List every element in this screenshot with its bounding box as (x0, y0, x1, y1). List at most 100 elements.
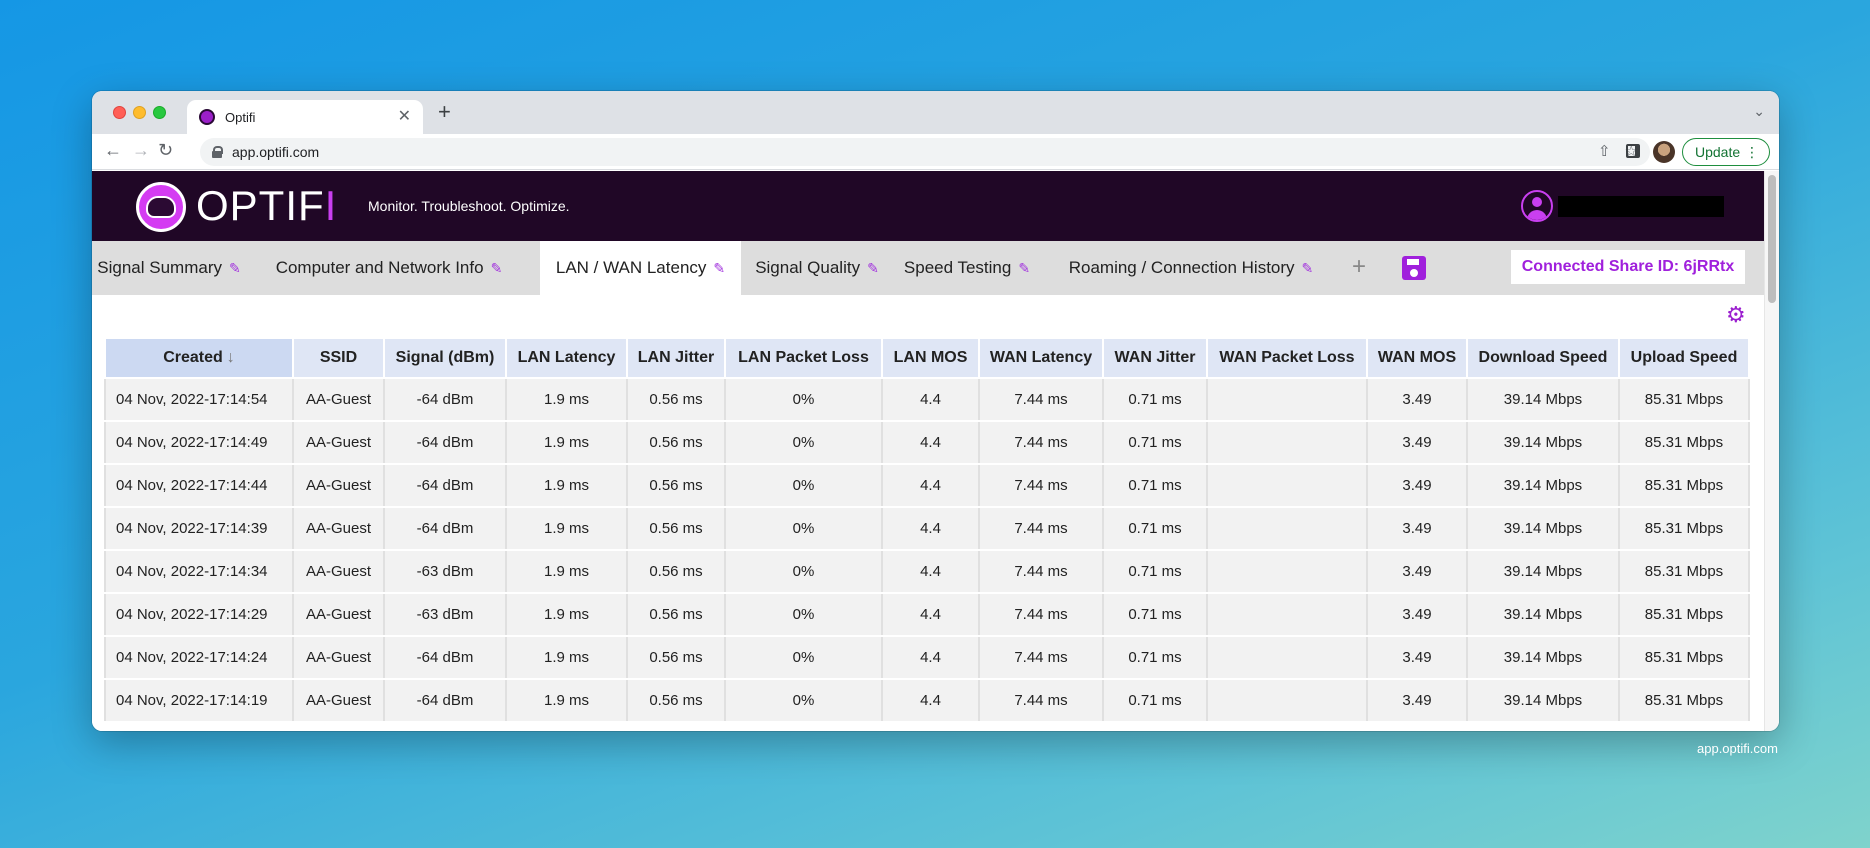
table-cell: 04 Nov, 2022-17:14:49 (104, 420, 294, 465)
table-cell (1206, 549, 1368, 594)
browser-toolbar: ← → ↻ app.optifi.com ⇧ ☆ Update ⋮ (92, 134, 1779, 170)
tab-signal-summary[interactable]: Signal Summary ✎ (92, 241, 246, 295)
edit-icon[interactable]: ✎ (1018, 260, 1030, 277)
tab-roaming-connection-history[interactable]: Roaming / Connection History ✎ (1041, 241, 1341, 295)
table-cell: 0% (724, 678, 883, 723)
column-header-lan-packet-loss[interactable]: LAN Packet Loss (724, 337, 883, 379)
share-icon[interactable]: ⇧ (1598, 142, 1611, 160)
address-bar[interactable]: app.optifi.com ⇧ ☆ (200, 138, 1650, 166)
table-cell: 85.31 Mbps (1618, 549, 1750, 594)
table-cell: 1.9 ms (505, 635, 628, 680)
page-scrollbar[interactable] (1764, 171, 1779, 731)
column-header-lan-latency[interactable]: LAN Latency (505, 337, 628, 379)
edit-icon[interactable]: ✎ (1302, 260, 1314, 277)
column-header-upload-speed[interactable]: Upload Speed (1618, 337, 1750, 379)
table-cell: 39.14 Mbps (1466, 592, 1620, 637)
table-cell: 0.71 ms (1102, 420, 1208, 465)
edit-icon[interactable]: ✎ (229, 260, 241, 277)
table-row[interactable]: 04 Nov, 2022-17:14:49 AA-Guest -64 dBm 1.9 … (104, 420, 1750, 465)
gear-icon[interactable]: ⚙ (1726, 304, 1746, 326)
tab-lan-wan-latency[interactable]: LAN / WAN Latency ✎ (540, 241, 741, 295)
table-cell: 1.9 ms (505, 506, 628, 551)
column-header-wan-latency[interactable]: WAN Latency (978, 337, 1104, 379)
column-header-signal[interactable]: Signal (dBm) (383, 337, 507, 379)
table-row[interactable]: 04 Nov, 2022-17:14:19 AA-Guest -64 dBm 1.9 … (104, 678, 1750, 723)
url-text[interactable]: app.optifi.com (232, 144, 319, 160)
latency-table-container: Created ↓ SSID Signal (dBm) LAN Latency L… (104, 337, 1750, 723)
sort-down-icon[interactable]: ↓ (227, 349, 235, 366)
table-cell: -64 dBm (383, 420, 507, 465)
table-cell: 7.44 ms (978, 678, 1104, 723)
column-header-lan-mos[interactable]: LAN MOS (881, 337, 980, 379)
tab-label: Computer and Network Info (275, 258, 484, 277)
table-cell: 7.44 ms (978, 592, 1104, 637)
table-cell: -64 dBm (383, 678, 507, 723)
column-header-created[interactable]: Created ↓ (104, 337, 294, 379)
table-cell: 0.56 ms (626, 377, 726, 422)
table-cell: 85.31 Mbps (1618, 420, 1750, 465)
close-tab-icon[interactable]: ✕ (398, 109, 411, 125)
edit-icon[interactable]: ✎ (491, 260, 503, 277)
table-row[interactable]: 04 Nov, 2022-17:14:44 AA-Guest -64 dBm 1.9 … (104, 463, 1750, 508)
add-tab-icon[interactable]: + (1352, 255, 1366, 279)
table-cell: 0% (724, 420, 883, 465)
user-icon[interactable] (1521, 190, 1553, 222)
update-label: Update (1695, 144, 1741, 160)
column-header-lan-jitter[interactable]: LAN Jitter (626, 337, 726, 379)
table-cell (1206, 678, 1368, 723)
table-cell: -64 dBm (383, 463, 507, 508)
connected-share-id: Connected Share ID: 6jRRtx (1511, 250, 1745, 284)
tab-search-chevron-icon[interactable]: ⌄ (1753, 103, 1765, 120)
new-tab-button[interactable]: + (438, 101, 451, 123)
table-cell: 1.9 ms (505, 678, 628, 723)
profile-avatar[interactable] (1653, 141, 1675, 163)
table-row[interactable]: 04 Nov, 2022-17:14:39 AA-Guest -64 dBm 1.9 … (104, 506, 1750, 551)
table-cell: 0.71 ms (1102, 549, 1208, 594)
column-header-wan-jitter[interactable]: WAN Jitter (1102, 337, 1208, 379)
table-cell: 39.14 Mbps (1466, 506, 1620, 551)
table-cell: 85.31 Mbps (1618, 377, 1750, 422)
table-row[interactable]: 04 Nov, 2022-17:14:34 AA-Guest -63 dBm 1.9 … (104, 549, 1750, 594)
back-arrow-icon[interactable]: ← (104, 141, 122, 159)
table-cell: 7.44 ms (978, 549, 1104, 594)
more-menu-icon[interactable]: ⋮ (1745, 145, 1759, 159)
column-header-download-speed[interactable]: Download Speed (1466, 337, 1620, 379)
optifi-logo-text: OPTIFI (196, 182, 338, 229)
lock-icon[interactable] (212, 146, 223, 158)
zoom-window-button[interactable] (153, 106, 166, 119)
side-panel-icon[interactable] (1626, 144, 1640, 158)
reload-icon[interactable]: ↻ (158, 141, 173, 159)
table-cell: -64 dBm (383, 635, 507, 680)
browser-tab[interactable]: Optifi ✕ (187, 100, 423, 134)
column-header-wan-mos[interactable]: WAN MOS (1366, 337, 1468, 379)
save-icon[interactable] (1402, 256, 1426, 280)
table-cell: 7.44 ms (978, 463, 1104, 508)
table-cell: 04 Nov, 2022-17:14:34 (104, 549, 294, 594)
table-row[interactable]: 04 Nov, 2022-17:14:24 AA-Guest -64 dBm 1.9 … (104, 635, 1750, 680)
column-header-ssid[interactable]: SSID (292, 337, 385, 379)
table-cell: 1.9 ms (505, 592, 628, 637)
edit-icon[interactable]: ✎ (713, 260, 725, 277)
table-row[interactable]: 04 Nov, 2022-17:14:54 AA-Guest -64 dBm 1.9 … (104, 377, 1750, 422)
table-cell: 0% (724, 635, 883, 680)
minimize-window-button[interactable] (133, 106, 146, 119)
table-cell (1206, 506, 1368, 551)
close-window-button[interactable] (113, 106, 126, 119)
table-cell: -64 dBm (383, 506, 507, 551)
edit-icon[interactable]: ✎ (867, 260, 879, 277)
table-cell: AA-Guest (292, 549, 385, 594)
table-cell: 39.14 Mbps (1466, 420, 1620, 465)
table-cell: AA-Guest (292, 377, 385, 422)
forward-arrow-icon[interactable]: → (132, 141, 150, 159)
tagline: Monitor. Troubleshoot. Optimize. (368, 198, 570, 214)
table-cell: 3.49 (1366, 678, 1468, 723)
column-header-wan-packet-loss[interactable]: WAN Packet Loss (1206, 337, 1368, 379)
table-row[interactable]: 04 Nov, 2022-17:14:29 AA-Guest -63 dBm 1.9 … (104, 592, 1750, 637)
table-cell: 0.56 ms (626, 506, 726, 551)
tab-signal-quality[interactable]: Signal Quality ✎ (741, 241, 893, 295)
table-cell: 4.4 (881, 635, 980, 680)
update-button[interactable]: Update ⋮ (1682, 138, 1770, 166)
tab-speed-testing[interactable]: Speed Testing ✎ (893, 241, 1041, 295)
tab-computer-network-info[interactable]: Computer and Network Info ✎ (246, 241, 532, 295)
scrollbar-thumb[interactable] (1768, 175, 1776, 303)
